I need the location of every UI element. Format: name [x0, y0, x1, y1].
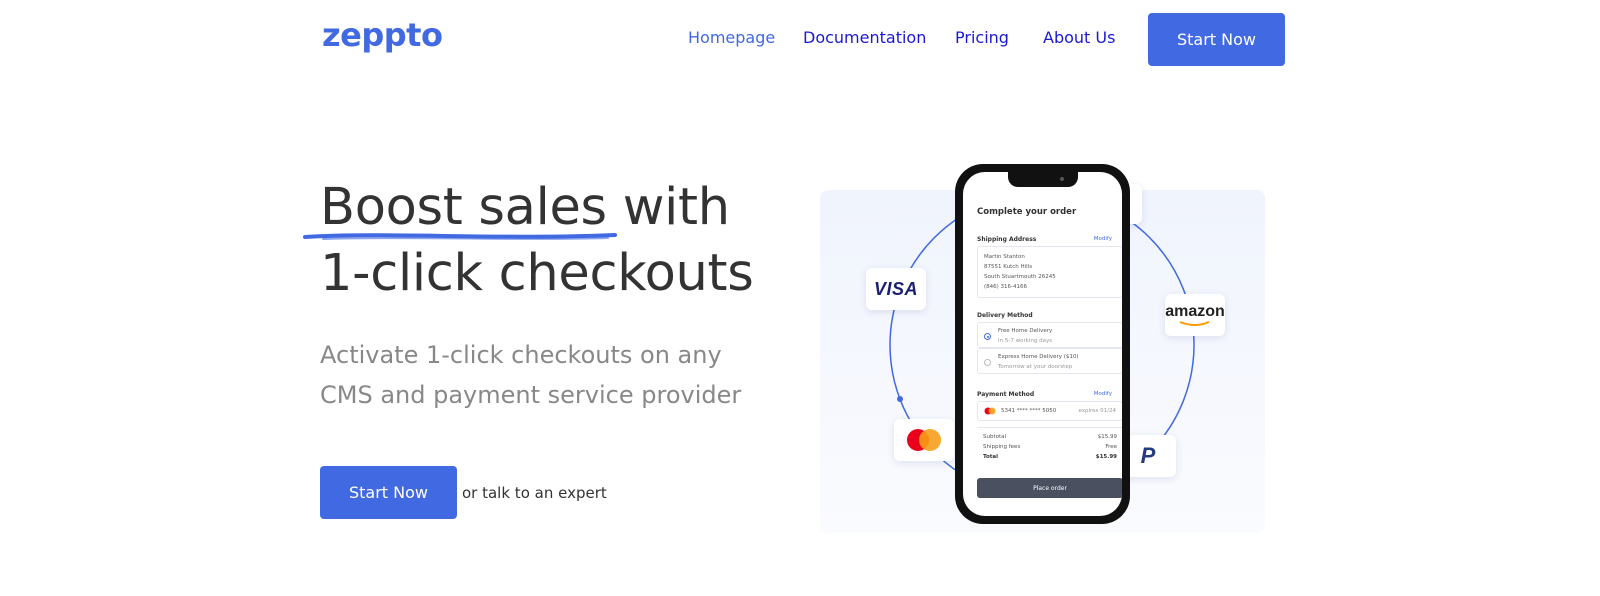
nav-about-us[interactable]: About Us	[1043, 28, 1115, 47]
amazon-wordmark: amazon	[1165, 303, 1225, 320]
payment-card-box[interactable]: 5341 **** **** 5050 expires 01/24	[977, 401, 1122, 421]
headline-line-2: 1-click checkouts	[320, 244, 754, 303]
delivery-detail: Tomorrow at your doorstep	[998, 364, 1073, 370]
summary-row: Subtotal $15.99	[983, 434, 1117, 440]
checkout-title: Complete your order	[977, 207, 1077, 217]
brush-underline	[303, 233, 617, 240]
address-line: South Stuartmouth 26245	[984, 274, 1056, 280]
card-number: 5341 **** **** 5050	[1001, 408, 1057, 414]
payment-label: Payment Method	[977, 391, 1035, 398]
nav-pricing[interactable]: Pricing	[955, 28, 1009, 47]
mastercard-icon	[907, 429, 941, 451]
address-line: 87551 Kutch Hills	[984, 264, 1033, 270]
summary-value: $15.99	[1097, 434, 1117, 440]
summary-value: Free	[1105, 444, 1117, 450]
delivery-detail: In 5-7 working days	[998, 338, 1053, 344]
delivery-name: Free Home Delivery	[998, 328, 1053, 334]
phone-mockup: Complete your order Shipping Address Mod…	[955, 164, 1130, 524]
phone-notch	[1008, 172, 1078, 187]
payment-ring	[889, 192, 1195, 498]
talk-to-expert-link[interactable]: or talk to an expert	[462, 484, 607, 502]
summary-value: $15.99	[1095, 454, 1117, 460]
radio-selected[interactable]	[984, 333, 991, 340]
visa-wordmark: VISA	[873, 278, 918, 299]
visa-logo: VISA	[866, 268, 926, 310]
summary-row: Shipping fees Free	[983, 444, 1117, 450]
summary-label: Total	[983, 454, 999, 460]
summary-label: Shipping fees	[983, 444, 1021, 450]
nav-documentation[interactable]: Documentation	[803, 28, 926, 47]
mastercard-mini-icon	[984, 407, 996, 415]
nav-homepage[interactable]: Homepage	[688, 28, 775, 47]
payment-modify-link[interactable]: Modify	[1094, 391, 1112, 397]
address-line: (846) 316-4166	[984, 284, 1028, 290]
zeppto-logo[interactable]: zeppto	[322, 16, 443, 54]
summary-label: Subtotal	[983, 434, 1007, 440]
header-start-now-button[interactable]: Start Now	[1148, 13, 1285, 66]
paypal-glyph: P	[1140, 443, 1156, 468]
place-order-button[interactable]: Place order	[977, 478, 1122, 498]
delivery-label: Delivery Method	[977, 312, 1033, 319]
phone-screen: Complete your order Shipping Address Mod…	[963, 172, 1122, 516]
shipping-label: Shipping Address	[977, 236, 1037, 243]
hero-start-now-button[interactable]: Start Now	[320, 466, 457, 519]
address-line: Martin Stanton	[984, 254, 1025, 260]
delivery-name: Express Home Delivery ($10)	[998, 354, 1079, 360]
amazon-pay-logo: amazon	[1165, 294, 1225, 336]
camera-dot	[1060, 177, 1064, 181]
divider	[977, 427, 1122, 428]
summary-row-total: Total $15.99	[983, 454, 1117, 460]
shipping-modify-link[interactable]: Modify	[1094, 236, 1112, 242]
card-expiry: expires 01/24	[1078, 408, 1116, 414]
delivery-option[interactable]: Express Home Delivery ($10) Tomorrow at …	[977, 348, 1122, 374]
hero-subheadline: Activate 1-click checkouts on any CMS an…	[320, 341, 742, 409]
delivery-option[interactable]: Free Home Delivery In 5-7 working days	[977, 322, 1122, 348]
shipping-address-box: Martin Stanton 87551 Kutch Hills South S…	[977, 246, 1122, 298]
mastercard-logo	[894, 419, 954, 461]
amazon-smile-icon	[1179, 321, 1210, 326]
radio-unselected[interactable]	[984, 359, 991, 366]
